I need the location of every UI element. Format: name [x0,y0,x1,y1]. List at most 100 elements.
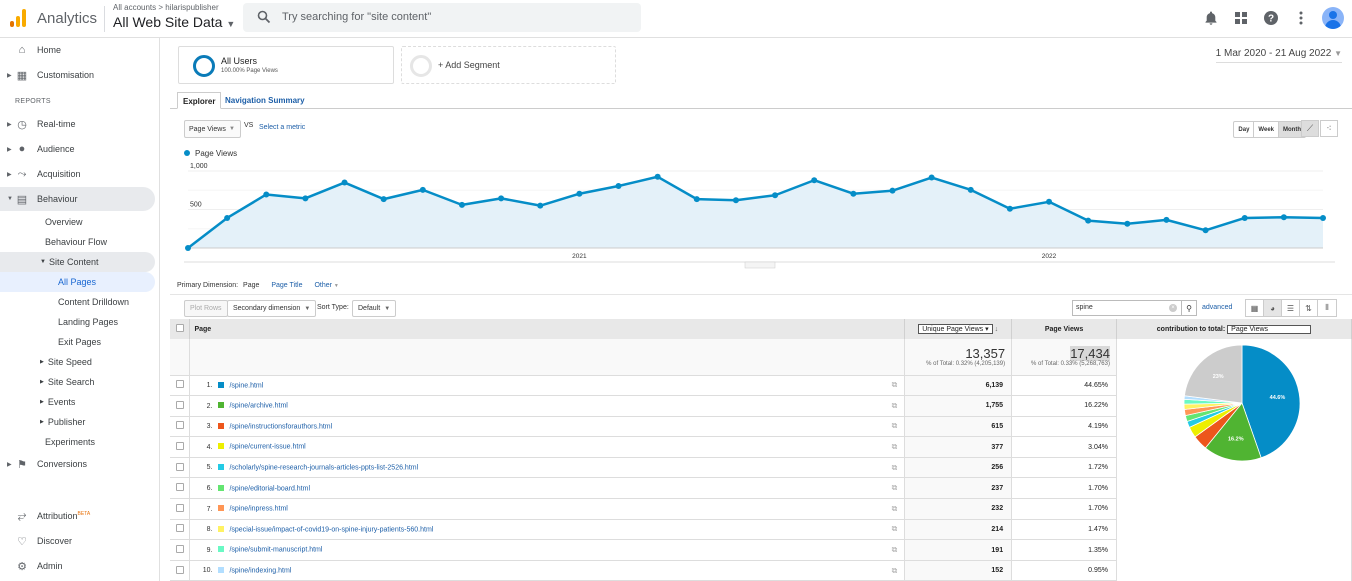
data-point [1280,214,1287,221]
filter-search-button[interactable]: ⚲ [1181,300,1197,316]
data-point [1124,220,1131,227]
sidebar-item-conversions[interactable]: ▶ ⚑ Conversions [0,452,155,476]
row-checkbox[interactable] [175,503,184,512]
unique-page-views-cell: 152 [904,560,1013,581]
sidebar-item-audience[interactable]: ▶ ● Audience [0,137,155,161]
more-vert-icon[interactable] [1292,9,1310,27]
sidebar-item-overview[interactable]: Overview [45,212,83,232]
dimension-page-title-link[interactable]: Page Title [271,282,302,289]
sidebar-item-realtime[interactable]: ▶ ◷ Real-time [0,112,155,136]
page-views-chart: 1,000 500 2021 2022 [184,163,1335,269]
property-selector[interactable]: All Web Site Data ▼ [113,14,235,30]
open-external-icon[interactable]: ⧉ [884,457,906,479]
page-link[interactable]: /spine/inpress.html [229,506,287,513]
sidebar-item-behaviour-flow[interactable]: Behaviour Flow [45,232,107,252]
person-icon: ● [18,143,26,155]
open-external-icon[interactable]: ⧉ [884,519,906,541]
bell-icon[interactable] [1202,9,1220,27]
sidebar-item-admin[interactable]: ⚙ Admin [0,554,155,578]
row-checkbox[interactable] [175,565,184,574]
home-icon: ⌂ [18,44,26,56]
page-link[interactable]: /spine.html [229,382,263,389]
sidebar-item-publisher[interactable]: ▶ Publisher [40,412,155,432]
open-external-icon[interactable]: ⧉ [884,436,906,458]
page-link[interactable]: /spine/editorial-board.html [229,485,310,492]
open-external-icon[interactable]: ⧉ [884,477,906,500]
row-checkbox[interactable] [175,545,184,554]
unique-page-views-select[interactable]: Unique Page Views ▾ [918,324,993,334]
data-point [654,173,661,180]
row-checkbox[interactable] [175,400,184,409]
reports-header: REPORTS [15,98,51,105]
page-cell: 8. /special-issue/impact-of-covid19-on-sp… [189,519,885,541]
open-external-icon[interactable]: ⧉ [884,498,906,520]
data-point [419,186,426,193]
page-link[interactable]: /special-issue/impact-of-covid19-on-spin… [229,526,433,533]
data-point [380,196,387,203]
select-all-checkbox[interactable] [175,324,184,332]
table-header-row: Page Unique Page Views ▾ ↓ Page Views co… [170,319,1352,339]
row-checkbox[interactable] [175,421,184,430]
open-external-icon[interactable]: ⧉ [884,375,906,397]
breadcrumb[interactable]: All accounts > hilarispublisher [113,3,219,12]
apps-icon[interactable] [1232,9,1250,27]
page-link[interactable]: /scholarly/spine-research-journals-artic… [229,464,418,471]
page-link[interactable]: /spine/archive.html [229,403,287,410]
dimension-other-link[interactable]: Other ▼ [314,282,338,289]
page-link[interactable]: /spine/instructionsforauthors.html [229,423,332,430]
comparison-view-icon[interactable]: ⇅ [1300,300,1318,316]
help-icon[interactable]: ? [1262,9,1280,27]
sidebar-item-attribution[interactable]: ⥂ AttributionBETA [0,504,155,528]
page-link[interactable]: /spine/current-issue.html [229,444,305,451]
advanced-filter-link[interactable]: advanced [1202,304,1232,311]
sidebar-item-landing-pages[interactable]: Landing Pages [58,312,118,332]
contribution-metric-select[interactable]: Page Views [1227,324,1312,334]
secondary-dimension-dropdown[interactable]: Secondary dimension ▼ [227,300,317,317]
open-external-icon[interactable]: ⧉ [884,416,906,438]
page-views-pct-cell: 44.65% [1011,375,1117,397]
sidebar-item-site-search[interactable]: ▶ Site Search [40,372,155,392]
data-table-view-icon[interactable]: ▦ [1246,300,1264,316]
sidebar-item-behaviour[interactable]: ▼ ▤ Behaviour [0,187,155,211]
sidebar-item-content-drilldown[interactable]: Content Drilldown [58,292,129,312]
open-external-icon[interactable]: ⧉ [884,560,906,581]
totals-page-views: 17,434 % of Total: 0.33% (5,268,763) [1011,339,1117,376]
open-external-icon[interactable]: ⧉ [884,539,906,561]
page-column-header[interactable]: Page [189,319,885,339]
page-views-header[interactable]: Page Views [1011,319,1117,339]
sidebar-item-all-pages[interactable]: All Pages [0,272,155,292]
performance-bar-view-icon[interactable]: ☰ [1282,300,1300,316]
term-cloud-view-icon[interactable]: ⦀ [1318,300,1336,316]
search-input[interactable]: Try searching for "site content" [243,3,641,32]
sidebar-item-customisation[interactable]: ▶ ▦ Customisation [0,63,155,87]
sidebar-item-acquisition[interactable]: ▶ ⤳ Acquisition [0,162,155,186]
sidebar-item-experiments[interactable]: Experiments [45,432,95,452]
sidebar-item-site-speed[interactable]: ▶ Site Speed [40,352,155,372]
total-subtext: % of Total: 0.33% (5,268,763) [1031,361,1110,368]
row-checkbox[interactable] [175,524,184,533]
expand-arrow-icon: ▶ [40,359,44,365]
row-checkbox[interactable] [175,442,184,451]
row-checkbox[interactable] [175,483,184,492]
sidebar-item-exit-pages[interactable]: Exit Pages [58,332,101,352]
row-checkbox[interactable] [175,380,184,389]
plot-rows-button[interactable]: Plot Rows [184,300,228,317]
sidebar-item-site-content[interactable]: ▼ Site Content [0,252,155,272]
clear-icon[interactable]: × [1169,304,1177,312]
expand-arrow-icon: ▶ [7,171,12,178]
avatar[interactable] [1322,7,1344,29]
open-external-icon[interactable]: ⧉ [884,395,906,417]
totals-unique-page-views: 13,357 % of Total: 0.32% (4,205,139) [904,339,1013,376]
sort-type-dropdown[interactable]: Default ▼ [352,300,397,317]
page-link[interactable]: /spine/submit-manuscript.html [229,547,322,554]
page-link[interactable]: /spine/indexing.html [229,567,291,574]
data-point [772,192,779,199]
row-checkbox[interactable] [175,462,184,471]
unique-page-views-header[interactable]: Unique Page Views ▾ ↓ [904,319,1013,339]
table-filter-input[interactable]: spine × [1072,300,1182,316]
sidebar-item-home[interactable]: ⌂ Home [0,38,155,62]
sidebar-item-events[interactable]: ▶ Events [40,392,155,412]
table-view-toggle: ▦ ◕ ☰ ⇅ ⦀ [1245,299,1337,317]
sidebar-item-discover[interactable]: ♡ Discover [0,529,155,553]
percentage-pie-view-icon[interactable]: ◕ [1264,300,1282,316]
